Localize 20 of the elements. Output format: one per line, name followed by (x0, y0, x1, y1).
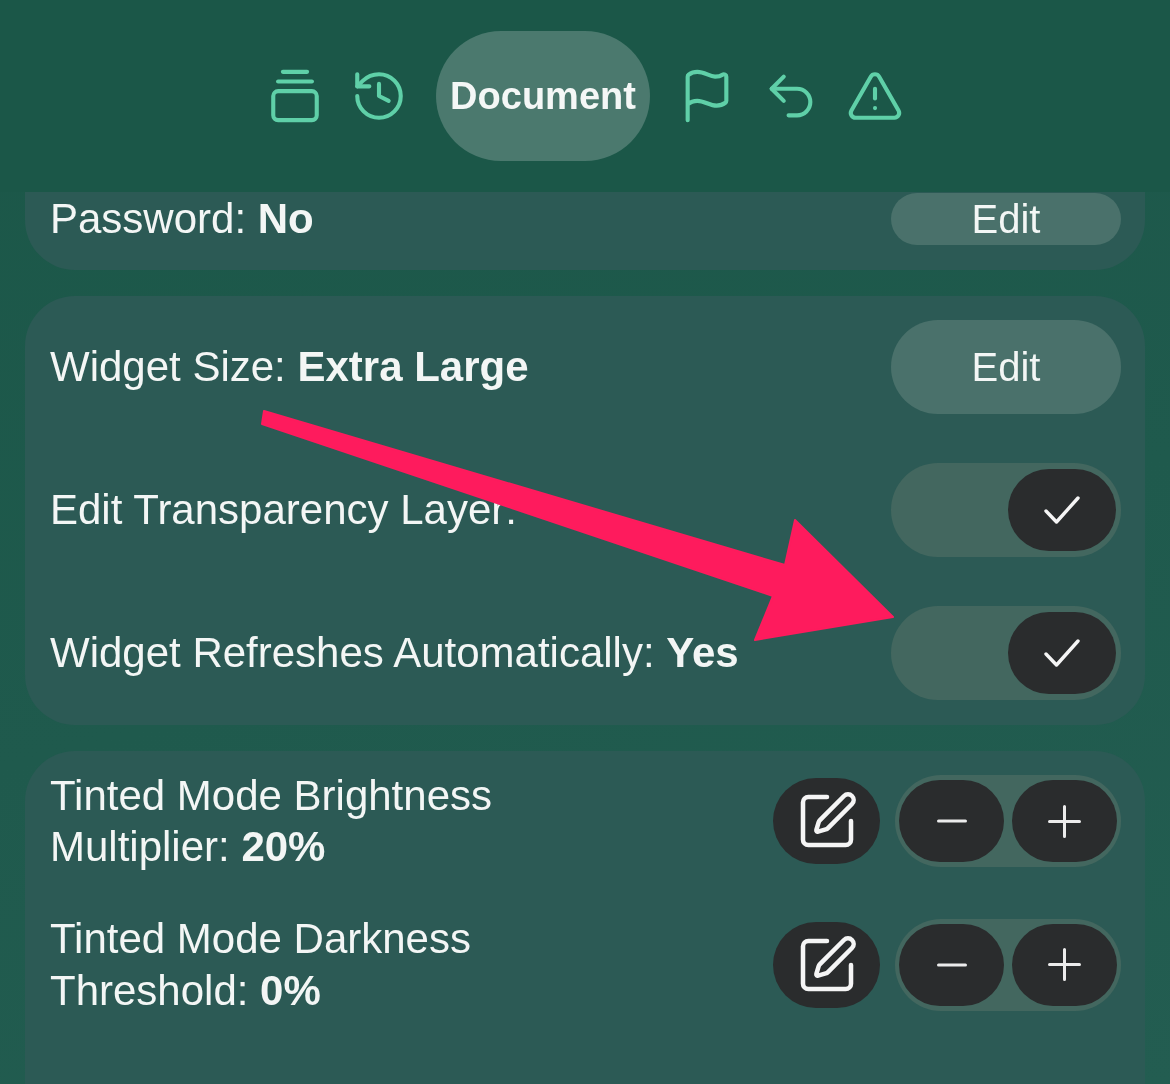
setting-label: Widget Size: Extra Large (50, 342, 529, 393)
setting-label: Widget Refreshes Automatically: Yes (50, 628, 739, 679)
toolbar-tab[interactable]: Document (436, 31, 650, 161)
checkmark-icon (1044, 496, 1080, 524)
plus-icon (1048, 804, 1081, 838)
setting-label: Tinted Mode Brightness Multiplier: 20% (50, 771, 493, 873)
setting-label: Tinted Mode Darkness Threshold: 0% (50, 914, 472, 1016)
decrement-button[interactable] (899, 780, 1004, 863)
decrement-button[interactable] (899, 923, 1004, 1006)
minus-icon (936, 962, 967, 967)
setting-label: Password: No (50, 194, 314, 245)
setting-label: Edit Transparency Layer: (50, 485, 517, 536)
toggle-switch[interactable] (891, 606, 1121, 700)
edit-button[interactable]: Edit (891, 320, 1121, 414)
increment-button[interactable] (1012, 923, 1117, 1006)
minus-icon (936, 819, 967, 824)
plus-icon (1048, 948, 1081, 982)
checkmark-icon (1044, 639, 1080, 667)
edit-button[interactable]: Edit (891, 193, 1121, 245)
increment-button[interactable] (1012, 780, 1117, 863)
